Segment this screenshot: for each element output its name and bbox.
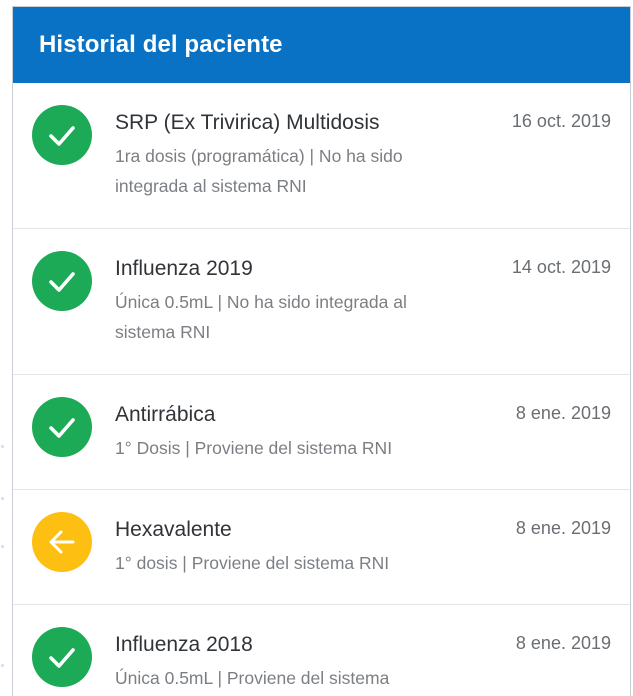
vaccine-name: SRP (Ex Trivirica) Multidosis [115,111,380,134]
check-circle-icon [32,251,92,311]
arrow-left-circle-icon [32,512,92,572]
vaccine-name: Hexavalente [115,518,232,541]
check-circle-icon [32,397,92,457]
vaccine-row-antirrabica[interactable]: Antirrábica 1° Dosis | Proviene del sist… [13,375,630,490]
vaccine-date: 8 ene. 2019 [515,633,611,653]
vaccine-row-influenza-2019[interactable]: Influenza 2019 Única 0.5mL | No ha sido … [13,229,630,375]
panel-header: Historial del paciente [13,7,630,83]
vaccine-row-srp[interactable]: SRP (Ex Trivirica) Multidosis 1ra dosis … [13,83,630,229]
vaccine-detail: Única 0.5mL | No ha sido integrada al si… [115,292,407,342]
vaccine-row-influenza-2018[interactable]: Influenza 2018 Única 0.5mL | Proviene de… [13,605,630,696]
gutter-dot [1,545,4,548]
page-title: Historial del paciente [39,31,283,58]
vaccine-name: Influenza 2018 [115,633,253,656]
check-circle-icon [32,627,92,687]
vaccine-detail: 1° Dosis | Proviene del sistema RNI [115,438,393,458]
vaccine-row-hexavalente[interactable]: Hexavalente 1° dosis | Proviene del sist… [13,490,630,605]
vaccine-date: 14 oct. 2019 [511,257,611,277]
vaccine-detail: 1ra dosis (programática) | No ha sido in… [115,146,403,196]
vaccine-date: 16 oct. 2019 [511,111,611,131]
gutter-dot [1,664,4,667]
left-gutter [0,0,12,696]
vaccine-detail: Única 0.5mL | Proviene del sistema [115,668,390,688]
vaccine-date: 8 ene. 2019 [515,518,611,538]
vaccine-name: Influenza 2019 [115,257,253,280]
page: Historial del paciente SRP (Ex Trivirica… [0,0,633,696]
vaccine-name: Antirrábica [115,403,216,426]
gutter-dot [1,497,4,500]
vaccine-detail: 1° dosis | Proviene del sistema RNI [115,553,390,573]
check-circle-icon [32,105,92,165]
vaccine-date: 8 ene. 2019 [515,403,611,423]
gutter-dot [1,445,4,448]
patient-history-panel: Historial del paciente SRP (Ex Trivirica… [12,6,631,696]
